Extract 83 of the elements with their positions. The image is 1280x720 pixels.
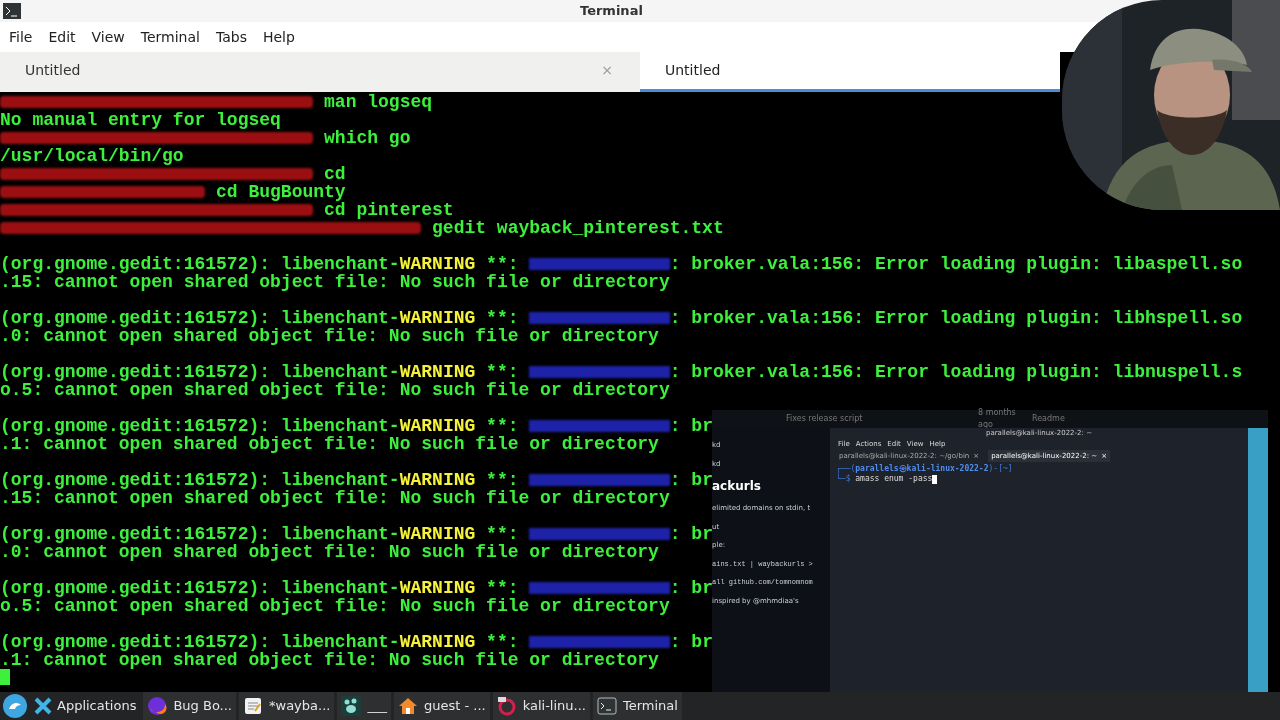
menu-item[interactable]: Tabs [207, 26, 255, 48]
taskbar-item[interactable]: ___ [337, 692, 391, 720]
command-text: cd [324, 165, 346, 183]
menu-item[interactable]: File [1, 26, 41, 48]
output-line: o.5: cannot open shared object file: No such file or directory [0, 380, 670, 400]
warning-source: (org.gnome.gedit:161572): libenchant- [0, 633, 400, 651]
warning-separator: **: [485, 363, 520, 381]
warning-separator: **: [485, 471, 520, 489]
command-text: gedit wayback_pinterest.txt [432, 219, 724, 237]
warning-message: : br [669, 471, 713, 489]
warning-source: (org.gnome.gedit:161572): libenchant- [0, 309, 400, 327]
warning-separator: **: [485, 417, 520, 435]
output-line: o.5: cannot open shared object file: No such file or directory [0, 596, 670, 616]
terminal-icon [3, 3, 21, 19]
output-line: .0: cannot open shared object file: No such file or directory [0, 542, 659, 562]
warning-source: (org.gnome.gedit:161572): libenchant- [0, 579, 400, 597]
warning-level: WARNING [399, 363, 476, 381]
cursor [0, 669, 10, 685]
warning-source: (org.gnome.gedit:161572): libenchant- [0, 363, 400, 381]
warning-source: (org.gnome.gedit:161572): libenchant- [0, 525, 400, 543]
warning-message: : broker.vala:156: Error loading plugin: libnuspell.s [669, 363, 1243, 381]
taskbar-item[interactable]: guest - ... [393, 692, 490, 720]
taskbar-item[interactable]: kali-linu... [492, 692, 590, 720]
command-text: amass enum -pass [855, 474, 933, 484]
terminal-icon [596, 696, 617, 716]
output-line: No manual entry for logseq [0, 110, 281, 130]
warning-level: WARNING [399, 255, 476, 273]
warning-level: WARNING [399, 417, 476, 435]
tab[interactable]: Untitled × [0, 52, 640, 92]
command-text: which go [324, 129, 411, 147]
command-text: cd BugBounty [216, 183, 346, 201]
tab-label: Untitled [665, 61, 721, 80]
output-line: .15: cannot open shared object file: No such file or directory [0, 488, 670, 508]
readme-link[interactable]: Readme [1032, 413, 1065, 425]
applications-menu[interactable]: Applications [33, 692, 141, 720]
warning-message: : br [669, 525, 713, 543]
warning-level: WARNING [399, 471, 476, 489]
output-line: .1: cannot open shared object file: No such file or directory [0, 434, 659, 454]
menu-item[interactable]: Help [254, 26, 303, 48]
warning-separator: **: [485, 525, 520, 543]
warning-message: : br [669, 579, 713, 597]
output-line: .0: cannot open shared object file: No such file or directory [0, 326, 659, 346]
warning-source: (org.gnome.gedit:161572): libenchant- [0, 417, 400, 435]
window-title: Terminal [580, 2, 643, 21]
warning-message: : broker.vala:156: Error loading plugin: libaspell.so [669, 255, 1243, 273]
warning-message: : broker.vala:156: Error loading plugin: libhspell.so [669, 309, 1243, 327]
prompt-frame: ┌──( [836, 464, 856, 474]
notepad-icon [243, 696, 263, 716]
warning-level: WARNING [399, 525, 476, 543]
tab-label: Untitled [25, 61, 81, 80]
command-text: man logseq [324, 93, 433, 111]
warning-source: (org.gnome.gedit:161572): libenchant- [0, 255, 400, 273]
command-text: cd pinterest [324, 201, 454, 219]
output-line: .15: cannot open shared object file: No such file or directory [0, 272, 670, 292]
warning-level: WARNING [399, 309, 476, 327]
prompt-frame: └─$ [836, 474, 856, 484]
menu-item[interactable]: View [83, 26, 133, 48]
user-host: parallels㉿kali-linux-2022-2 [855, 464, 989, 474]
globe-icon [147, 696, 168, 716]
tab[interactable]: Untitled [640, 52, 1060, 92]
output-line: .1: cannot open shared object file: No such file or directory [0, 650, 659, 670]
cross-icon [33, 696, 53, 716]
warning-message: : br [669, 417, 713, 435]
menu-item[interactable]: Terminal [132, 26, 208, 48]
prompt-dir: )-[~] [988, 464, 1013, 474]
taskbar-item[interactable]: *wayba... [239, 692, 335, 720]
readme-heading: ackurls [712, 478, 762, 495]
warning-separator: **: [485, 309, 520, 327]
warning-separator: **: [485, 255, 520, 273]
output-line: /usr/local/bin/go [0, 146, 184, 166]
commit-message: Fixes release script [786, 413, 864, 425]
cursor [932, 474, 938, 484]
warning-message: : br [669, 633, 713, 651]
warning-separator: **: [485, 579, 520, 597]
house-icon [397, 696, 418, 716]
taskbar-item[interactable]: Bug Bo... [143, 692, 236, 720]
warning-level: WARNING [399, 579, 476, 597]
menu-item[interactable]: Edit [40, 26, 84, 48]
paw-icon [341, 696, 362, 716]
warning-source: (org.gnome.gedit:161572): libenchant- [0, 471, 400, 489]
warning-separator: **: [485, 633, 520, 651]
warning-level: WARNING [399, 633, 476, 651]
taskbar-item[interactable]: Terminal [592, 692, 682, 720]
